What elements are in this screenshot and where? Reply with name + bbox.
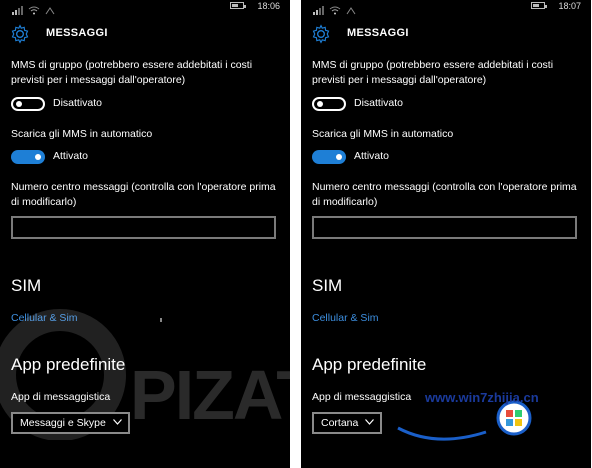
- watermark-text: PIZATO: [130, 356, 290, 434]
- message-center-label: Numero centro messaggi (controlla con l'…: [312, 181, 577, 208]
- message-center-input[interactable]: [312, 216, 577, 239]
- page-title: MESSAGGI: [347, 27, 409, 39]
- group-mms-toggle[interactable]: [312, 97, 346, 111]
- messaging-app-selected: Messaggi e Skype: [20, 417, 106, 429]
- message-center-input[interactable]: [11, 216, 276, 239]
- signal-icon: [313, 2, 325, 20]
- sim-section-title: SIM: [312, 276, 343, 295]
- page-header: MESSAGGI: [0, 22, 290, 46]
- messaging-app-selected: Cortana: [321, 417, 359, 429]
- sim-section-title: SIM: [11, 276, 42, 295]
- group-mms-label: MMS di gruppo (potrebbero essere addebit…: [312, 59, 554, 86]
- wifi-icon: [28, 2, 40, 20]
- signal-icon: [12, 2, 24, 20]
- phone-screen-left: 18:06 MESSAGGI MMS di gruppo (potrebbero…: [0, 0, 290, 468]
- group-mms-toggle-state: Disattivato: [354, 97, 404, 109]
- status-bar: 18:06: [0, 0, 290, 15]
- auto-mms-label: Scarica gli MMS in automatico: [11, 128, 153, 140]
- battery-icon: [230, 2, 246, 9]
- messaging-app-dropdown[interactable]: Cortana: [312, 412, 383, 434]
- network-icon: [44, 2, 56, 20]
- group-mms-toggle-state: Disattivato: [53, 97, 103, 109]
- default-apps-section-title: App predefinite: [312, 355, 427, 374]
- page-title: MESSAGGI: [46, 27, 108, 39]
- auto-mms-toggle-state: Attivato: [354, 150, 390, 162]
- chevron-down-icon: [112, 419, 122, 425]
- default-apps-section-title: App predefinite: [11, 355, 126, 374]
- auto-mms-toggle-state: Attivato: [53, 150, 89, 162]
- site-watermark-text: www.win7zhijia.cn: [425, 390, 539, 405]
- page-header: MESSAGGI: [301, 22, 591, 46]
- gear-icon: [11, 24, 29, 44]
- chevron-down-icon: [365, 419, 375, 425]
- messaging-app-label: App di messaggistica: [11, 391, 111, 403]
- group-mms-toggle[interactable]: [11, 97, 45, 111]
- auto-mms-toggle[interactable]: [312, 150, 346, 164]
- message-center-label: Numero centro messaggi (controlla con l'…: [11, 181, 276, 208]
- battery-icon: [531, 2, 547, 9]
- auto-mms-toggle[interactable]: [11, 150, 45, 164]
- network-icon: [345, 2, 357, 20]
- status-time: 18:07: [558, 1, 581, 11]
- wifi-icon: [329, 2, 341, 20]
- status-bar: 18:07: [301, 0, 591, 15]
- cellular-sim-link[interactable]: Cellular & Sim: [312, 312, 379, 324]
- status-time: 18:06: [257, 1, 280, 11]
- messaging-app-dropdown[interactable]: Messaggi e Skype: [11, 412, 130, 434]
- group-mms-label: MMS di gruppo (potrebbero essere addebit…: [11, 59, 253, 86]
- auto-mms-label: Scarica gli MMS in automatico: [312, 128, 454, 140]
- gear-icon: [312, 24, 330, 44]
